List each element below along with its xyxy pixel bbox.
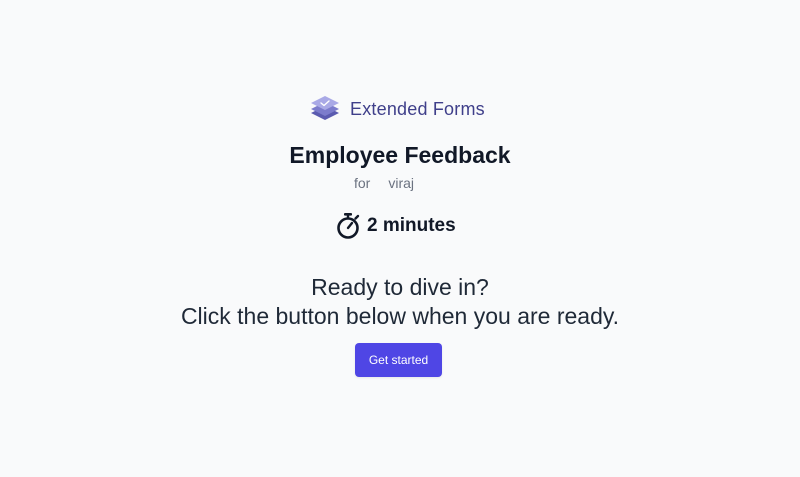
intro-page: Extended Forms Employee Feedback for vira… (0, 0, 800, 477)
brand-header: Extended Forms (308, 92, 485, 126)
duration-text: 2 minutes (367, 215, 456, 236)
stopwatch-icon (337, 213, 360, 239)
recipient-name: viraj (388, 175, 415, 191)
stacked-layers-logo-icon (311, 96, 339, 120)
estimated-duration: 2 minutes (335, 210, 456, 242)
message-line-2: Click the button below when you are read… (180, 303, 620, 329)
intro-message: Ready to dive in? Click the button below… (0, 273, 800, 331)
message-line-1: Ready to dive in? (311, 274, 489, 300)
form-title: Employee Feedback (289, 142, 511, 168)
for-label: for (354, 175, 371, 191)
recipient-line: for viraj (354, 174, 414, 192)
get-started-button[interactable]: Get started (355, 343, 442, 377)
brand-name: Extended Forms (350, 98, 485, 119)
